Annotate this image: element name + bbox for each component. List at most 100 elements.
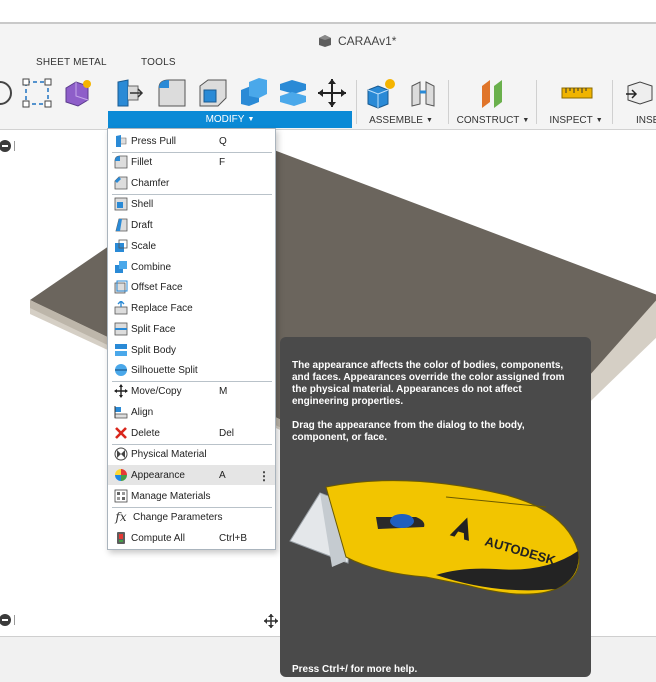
menu-item-label: Offset Face bbox=[131, 281, 183, 293]
component-icon bbox=[319, 35, 331, 47]
menu-item-delete[interactable]: Delete Del bbox=[108, 423, 275, 443]
menu-item-label: Silhouette Split bbox=[131, 364, 198, 376]
modify-label: MODIFY bbox=[205, 114, 245, 125]
menu-item-split-body[interactable]: Split Body bbox=[108, 340, 275, 360]
menu-item-label: Press Pull bbox=[131, 135, 177, 147]
insert-dropdown-button[interactable]: INSE bbox=[636, 112, 656, 128]
joint-icon[interactable] bbox=[406, 76, 440, 110]
menu-item-appearance[interactable]: Appearance A ⋮ bbox=[108, 465, 275, 485]
combine-toolbar-icon[interactable] bbox=[237, 76, 271, 110]
assemble-label: ASSEMBLE bbox=[369, 114, 423, 126]
split-body-toolbar-icon[interactable] bbox=[276, 76, 310, 110]
create-form-icon[interactable] bbox=[60, 76, 94, 110]
construct-dropdown-button[interactable]: CONSTRUCT ▼ bbox=[456, 112, 530, 128]
more-options-icon[interactable]: ⋮ bbox=[258, 469, 270, 483]
split-face-icon bbox=[114, 322, 128, 336]
menu-item-label: Appearance bbox=[131, 469, 185, 481]
pan-icon[interactable] bbox=[263, 613, 279, 629]
fillet-icon bbox=[114, 155, 128, 169]
menu-item-chamfer[interactable]: Chamfer bbox=[108, 173, 275, 193]
menu-item-label: Change Parameters bbox=[133, 511, 223, 523]
menu-item-label: Fillet bbox=[131, 156, 153, 168]
menu-item-label: Replace Face bbox=[131, 302, 193, 314]
replace-face-icon bbox=[114, 301, 128, 315]
menu-item-label: Move/Copy bbox=[131, 385, 182, 397]
caret-down-icon: ▼ bbox=[247, 116, 255, 123]
shell-icon bbox=[114, 197, 128, 211]
tooltip-help-hint: Press Ctrl+/ for more help. bbox=[292, 664, 418, 675]
toolbar-separator bbox=[448, 80, 449, 124]
assemble-dropdown-button[interactable]: ASSEMBLE ▼ bbox=[366, 112, 436, 128]
divider bbox=[14, 141, 15, 151]
offset-plane-icon[interactable] bbox=[476, 76, 510, 110]
measure-icon[interactable] bbox=[560, 76, 594, 110]
menu-item-silhouette-split[interactable]: Silhouette Split bbox=[108, 360, 275, 380]
menu-item-replace-face[interactable]: Replace Face bbox=[108, 298, 275, 318]
function-fx-icon: fx bbox=[115, 510, 127, 524]
menu-item-press-pull[interactable]: Press Pull Q bbox=[108, 131, 275, 151]
menu-item-change-parameters[interactable]: fx Change Parameters bbox=[108, 507, 275, 527]
tooltip-instruction: Drag the appearance from the dialog to t… bbox=[292, 420, 525, 443]
menu-item-shortcut: Ctrl+B bbox=[219, 532, 248, 544]
inspect-dropdown-button[interactable]: INSPECT ▼ bbox=[548, 112, 604, 128]
menu-item-label: Draft bbox=[131, 219, 153, 231]
menu-item-draft[interactable]: Draft bbox=[108, 215, 275, 235]
press-pull-toolbar-icon[interactable] bbox=[112, 76, 146, 110]
menu-item-split-face[interactable]: Split Face bbox=[108, 319, 275, 339]
document-title: CARAAv1* bbox=[318, 33, 396, 49]
chamfer-icon bbox=[114, 176, 128, 190]
scale-icon bbox=[115, 239, 128, 252]
menu-item-shell[interactable]: Shell bbox=[108, 194, 275, 214]
silhouette-split-icon bbox=[115, 364, 127, 376]
press-pull-icon bbox=[116, 135, 127, 147]
divider bbox=[14, 615, 15, 625]
tooltip-description: The appearance affects the color of bodi… bbox=[292, 360, 565, 407]
menu-item-physical-material[interactable]: Physical Material bbox=[108, 444, 275, 464]
menu-item-label: Combine bbox=[131, 261, 172, 273]
combine-icon bbox=[115, 261, 127, 273]
menu-item-label: Delete bbox=[131, 427, 160, 439]
move-copy-icon bbox=[114, 384, 128, 398]
menu-item-move-copy[interactable]: Move/Copy M bbox=[108, 381, 275, 401]
modify-menu: Press Pull Q Fillet F Chamfer Shell Draf… bbox=[107, 128, 276, 550]
menu-item-fillet[interactable]: Fillet F bbox=[108, 152, 275, 172]
menu-item-align[interactable]: Align bbox=[108, 402, 275, 422]
compute-all-icon bbox=[117, 532, 125, 544]
tab-tools[interactable]: TOOLS bbox=[141, 57, 176, 68]
menu-item-label: Compute All bbox=[131, 532, 185, 544]
draft-icon bbox=[115, 218, 128, 232]
menu-item-label: Align bbox=[131, 406, 154, 418]
utility-knife-illustration: AUTODESK bbox=[289, 480, 580, 595]
align-icon bbox=[114, 406, 128, 419]
menu-item-offset-face[interactable]: Offset Face bbox=[108, 277, 275, 297]
menu-item-label: Shell bbox=[131, 198, 154, 210]
fillet-toolbar-icon[interactable] bbox=[155, 76, 189, 110]
toolbar-separator bbox=[356, 80, 357, 124]
menu-item-combine[interactable]: Combine bbox=[108, 257, 275, 277]
shell-toolbar-icon[interactable] bbox=[196, 76, 230, 110]
physical-material-icon bbox=[114, 447, 128, 461]
menu-item-shortcut: Del bbox=[219, 427, 235, 439]
appearance-icon bbox=[115, 469, 127, 481]
menu-item-scale[interactable]: Scale bbox=[108, 236, 275, 256]
appearance-tooltip: The appearance affects the color of bodi… bbox=[280, 337, 591, 677]
construct-label: CONSTRUCT bbox=[456, 114, 520, 126]
inspect-label: INSPECT bbox=[549, 114, 593, 126]
toolbar-separator bbox=[536, 80, 537, 124]
sketch-rectangle-icon[interactable] bbox=[20, 76, 54, 110]
menu-item-shortcut: F bbox=[219, 156, 226, 168]
new-component-icon[interactable] bbox=[364, 76, 398, 110]
menu-item-shortcut: A bbox=[219, 469, 226, 481]
insert-icon[interactable] bbox=[622, 76, 656, 110]
menu-item-label: Scale bbox=[131, 240, 157, 252]
caret-down-icon: ▼ bbox=[595, 116, 603, 124]
menu-item-label: Split Face bbox=[131, 323, 176, 335]
menu-item-label: Physical Material bbox=[131, 448, 207, 460]
tab-sheet-metal[interactable]: SHEET METAL bbox=[36, 57, 107, 68]
menu-item-compute-all[interactable]: Compute All Ctrl+B bbox=[108, 528, 275, 548]
insert-label: INSE bbox=[636, 114, 656, 126]
menu-item-manage-materials[interactable]: Manage Materials bbox=[108, 486, 275, 506]
modify-dropdown-button[interactable]: MODIFY ▼ bbox=[108, 111, 352, 128]
delete-icon bbox=[115, 427, 127, 439]
move-copy-toolbar-icon[interactable] bbox=[315, 76, 349, 110]
